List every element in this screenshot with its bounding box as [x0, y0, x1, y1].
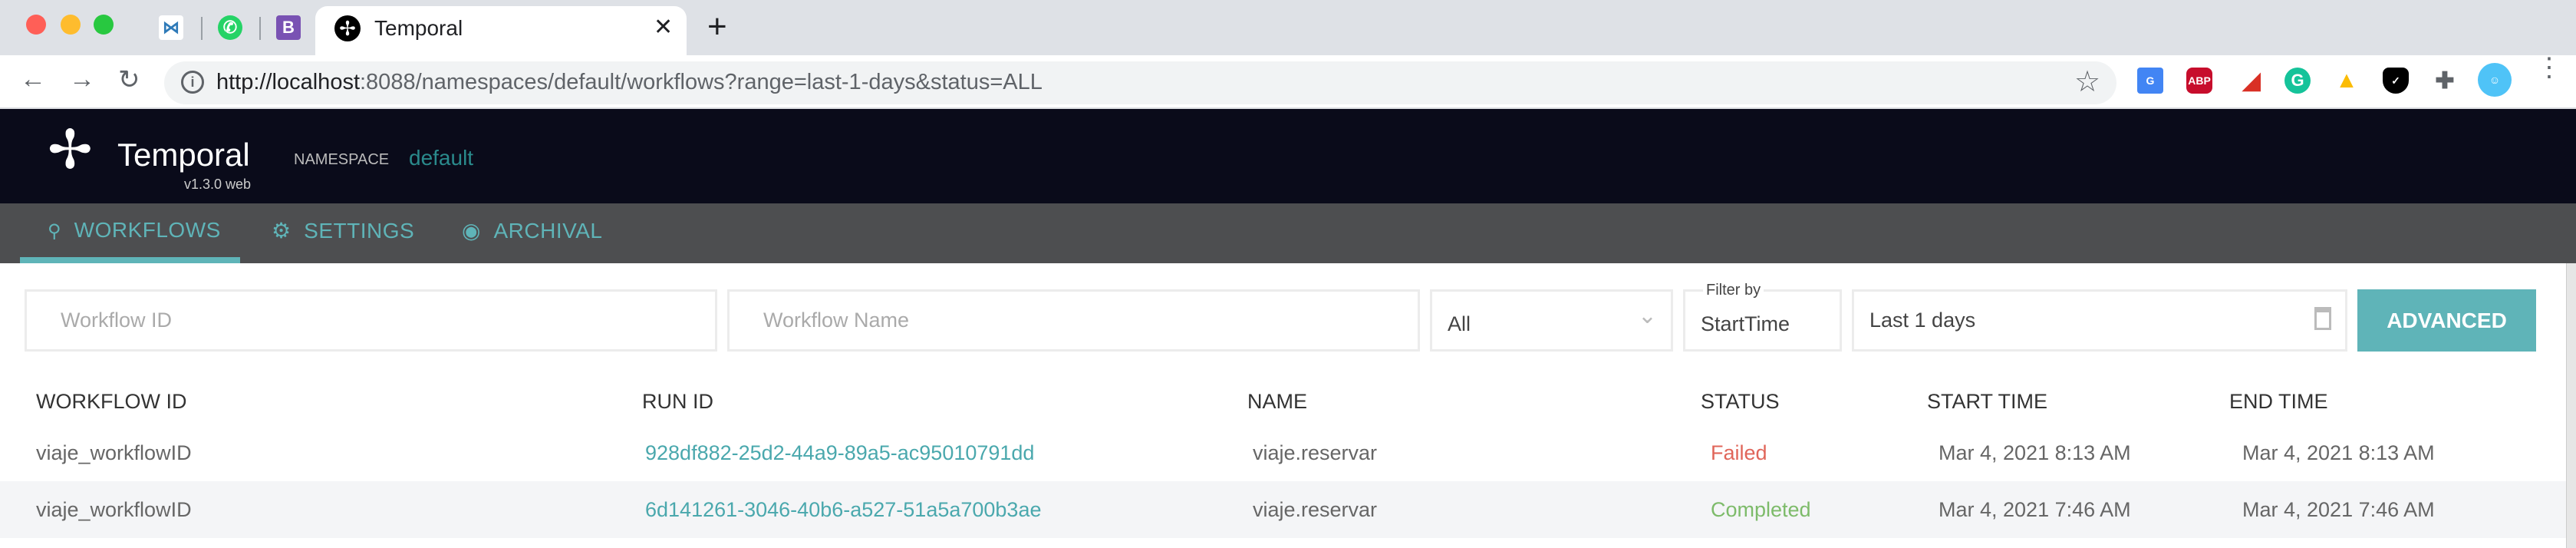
- chevron-down-icon: ⌄: [1637, 303, 1657, 328]
- workflow-id-input[interactable]: Workflow ID: [25, 289, 717, 352]
- column-workflow-id: WORKFLOW ID: [36, 390, 187, 413]
- tab-label: SETTINGS: [304, 219, 415, 243]
- cell-start-time: Mar 4, 2021 7:46 AM: [1939, 498, 2131, 521]
- temporal-favicon: ✢: [334, 15, 361, 41]
- reload-button[interactable]: ↻: [118, 64, 140, 95]
- column-end-time: END TIME: [2229, 390, 2328, 413]
- column-status: STATUS: [1701, 390, 1780, 413]
- placeholder: Workflow Name: [763, 309, 910, 332]
- column-run-id: RUN ID: [642, 390, 713, 413]
- bowtie-icon[interactable]: ⋈: [159, 15, 183, 40]
- brand-name[interactable]: Temporal: [117, 137, 250, 173]
- url-host: http://localhost: [216, 70, 360, 94]
- workflow-name-input[interactable]: Workflow Name: [727, 289, 1420, 352]
- cell-workflow-id: viaje_workflowID: [36, 441, 192, 464]
- tab-title: Temporal: [374, 16, 463, 40]
- new-tab-button[interactable]: +: [707, 8, 727, 46]
- google-drive-icon[interactable]: ▲: [2334, 68, 2360, 94]
- range-value: Last 1 days: [1869, 309, 1976, 332]
- menu-icon[interactable]: ⋮: [2536, 54, 2562, 81]
- cell-name: viaje.reservar: [1253, 498, 1378, 521]
- cell-name: viaje.reservar: [1253, 441, 1378, 464]
- namespace-link[interactable]: default: [409, 146, 473, 170]
- version-label: v1.3.0 web: [184, 177, 252, 192]
- namespace-label: NAMESPACE: [294, 151, 390, 168]
- forward-button[interactable]: →: [69, 64, 95, 94]
- url-path: :8088/namespaces/default/workflows?range…: [360, 70, 1043, 94]
- whatsapp-icon[interactable]: ✆: [218, 15, 242, 40]
- acrobat-icon[interactable]: ◢: [2238, 68, 2265, 94]
- table-row[interactable]: viaje_workflowID 928df882-25d2-44a9-89a5…: [0, 424, 2566, 481]
- status-select[interactable]: All ⌄: [1430, 289, 1673, 352]
- bookmark-star-icon[interactable]: ☆: [2074, 64, 2100, 99]
- tab-separator: [259, 17, 261, 40]
- tab-separator: [201, 17, 203, 40]
- grammarly-icon[interactable]: G: [2284, 68, 2311, 94]
- advanced-button[interactable]: ADVANCED: [2357, 289, 2536, 352]
- status-badge: Completed: [1711, 498, 1811, 521]
- bootstrap-icon[interactable]: B: [276, 15, 301, 40]
- close-tab-icon[interactable]: ✕: [654, 14, 673, 41]
- profile-avatar[interactable]: ☺: [2478, 63, 2512, 97]
- adblock-plus-icon[interactable]: ABP: [2186, 68, 2212, 94]
- google-translate-icon[interactable]: G: [2137, 68, 2163, 94]
- gear-icon: ⚙: [272, 219, 292, 243]
- cell-workflow-id: viaje_workflowID: [36, 498, 192, 521]
- cell-end-time: Mar 4, 2021 8:13 AM: [2242, 441, 2435, 464]
- minimize-window-button[interactable]: [61, 15, 81, 35]
- column-start-time: START TIME: [1927, 390, 2048, 413]
- placeholder: Workflow ID: [61, 309, 173, 332]
- temporal-logo-icon[interactable]: ✢: [48, 123, 93, 177]
- search-icon: ⚲: [48, 221, 62, 242]
- selected-value: All: [1448, 312, 1471, 335]
- active-tab-indicator: [20, 257, 240, 263]
- status-badge: Failed: [1711, 441, 1767, 464]
- calendar-icon[interactable]: [2314, 307, 2331, 330]
- tab-temporal[interactable]: [315, 6, 687, 55]
- cell-start-time: Mar 4, 2021 8:13 AM: [1939, 441, 2131, 464]
- tab-label: ARCHIVAL: [493, 219, 603, 243]
- tab-settings[interactable]: ⚙ SETTINGS: [272, 218, 414, 243]
- time-range-input[interactable]: Last 1 days: [1852, 289, 2347, 352]
- filter-by-label: Filter by: [1703, 282, 1764, 299]
- selected-value: StartTime: [1701, 312, 1790, 335]
- run-id-link[interactable]: 928df882-25d2-44a9-89a5-ac95010791dd: [645, 441, 1034, 465]
- maximize-window-button[interactable]: [94, 15, 114, 35]
- tab-archival[interactable]: ◉ ARCHIVAL: [462, 218, 602, 243]
- cell-end-time: Mar 4, 2021 7:46 AM: [2242, 498, 2435, 521]
- run-id-link[interactable]: 6d141261-3046-40b6-a527-51a5a700b3ae: [645, 498, 1041, 522]
- abp-label: ABP: [2188, 74, 2211, 87]
- back-button[interactable]: ←: [20, 64, 46, 94]
- puzzle-icon[interactable]: ✚: [2432, 68, 2458, 94]
- tab-label: WORKFLOWS: [74, 218, 221, 242]
- site-info-icon[interactable]: i: [181, 71, 204, 94]
- shield-check-icon[interactable]: ✓: [2383, 68, 2409, 94]
- tab-workflows[interactable]: ⚲ WORKFLOWS: [48, 218, 221, 243]
- scrollbar[interactable]: [2566, 263, 2576, 548]
- table-row[interactable]: viaje_workflowID 6d141261-3046-40b6-a527…: [0, 481, 2566, 538]
- close-window-button[interactable]: [26, 15, 46, 35]
- url-text[interactable]: http://localhost:8088/namespaces/default…: [216, 70, 1043, 95]
- column-name: NAME: [1247, 390, 1308, 413]
- archive-icon: ◉: [462, 219, 481, 243]
